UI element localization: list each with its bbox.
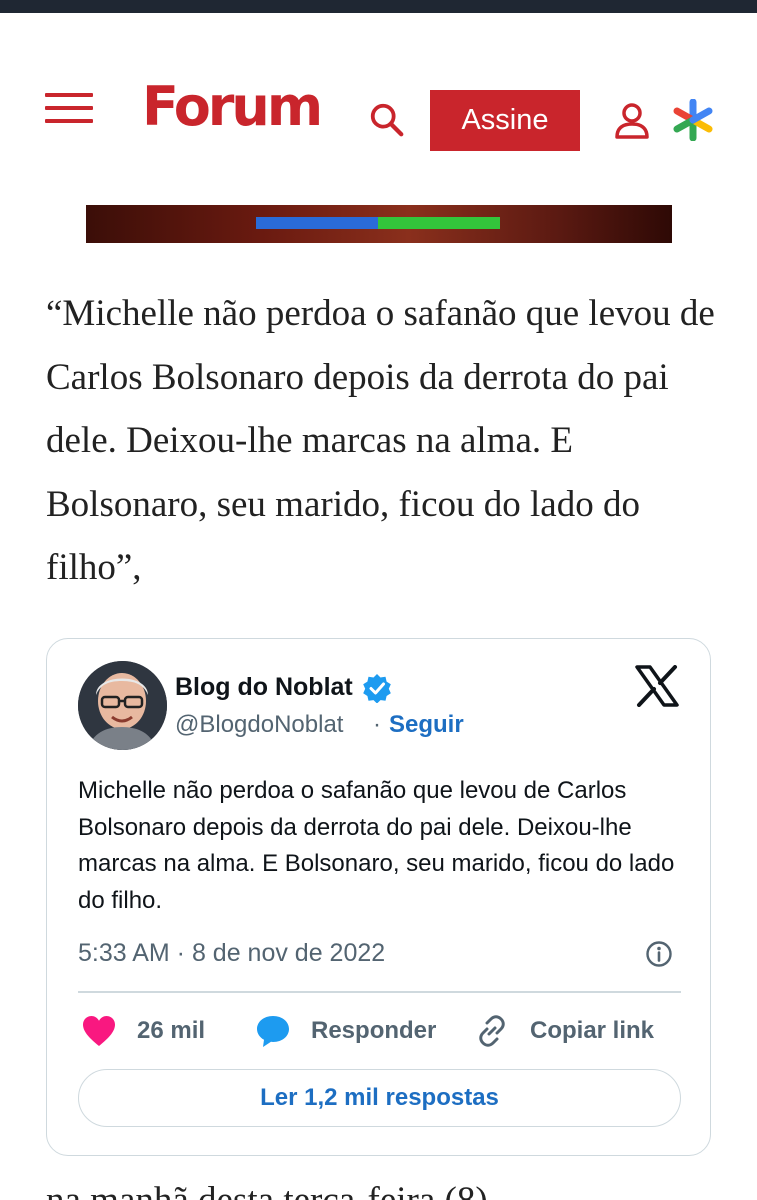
- x-logo-icon[interactable]: [635, 665, 679, 707]
- copy-link-button[interactable]: Copiar link: [474, 1011, 654, 1051]
- banner-green-bar: [378, 217, 500, 229]
- avatar-image: [78, 661, 167, 750]
- subscribe-button[interactable]: Assine: [430, 90, 580, 151]
- ad-banner[interactable]: [86, 205, 672, 243]
- copy-link-label: Copiar link: [530, 1017, 655, 1044]
- tweet-body: Michelle não perdoa o safanão que levou …: [78, 777, 675, 914]
- heart-icon: [83, 1016, 115, 1046]
- user-icon[interactable]: [612, 101, 652, 141]
- google-star-icon: [673, 99, 713, 141]
- link-icon: [479, 1015, 505, 1047]
- tweet-author-name[interactable]: Blog do Noblat: [175, 673, 353, 702]
- speech-bubble-icon: [257, 1016, 289, 1047]
- read-replies-button[interactable]: Ler 1,2 mil respostas: [78, 1069, 681, 1127]
- verified-badge-icon: [363, 674, 391, 703]
- menu-line: [45, 93, 93, 97]
- reply-label: Responder: [311, 1017, 437, 1044]
- embedded-tweet[interactable]: Blog do Noblat @BlogdoNoblat · Seguir Mi…: [46, 638, 711, 1156]
- tweet-divider: [78, 991, 681, 993]
- search-icon[interactable]: [368, 101, 406, 139]
- menu-button[interactable]: [45, 91, 95, 125]
- info-icon[interactable]: [645, 940, 673, 968]
- status-bar: [0, 0, 757, 13]
- banner-blue-bar: [256, 217, 378, 229]
- menu-line: [45, 106, 93, 110]
- menu-line: [45, 119, 93, 123]
- follow-link[interactable]: Seguir: [389, 711, 464, 739]
- tweet-author-handle[interactable]: @BlogdoNoblat: [175, 711, 343, 739]
- site-header: Forum Assine: [0, 13, 757, 198]
- tweet-timestamp[interactable]: 5:33 AM · 8 de nov de 2022: [78, 939, 385, 968]
- site-logo[interactable]: Forum: [142, 75, 323, 139]
- avatar[interactable]: [78, 661, 167, 750]
- article-paragraph: na manhã desta terça-feira (8): [46, 1176, 726, 1200]
- like-count: 26 mil: [137, 1017, 206, 1044]
- article-quote: “Michelle não perdoa o safanão que levou…: [46, 293, 715, 588]
- handle-separator: ·: [373, 711, 381, 738]
- like-button[interactable]: 26 mil: [81, 1011, 205, 1051]
- reply-button[interactable]: Responder: [255, 1011, 436, 1051]
